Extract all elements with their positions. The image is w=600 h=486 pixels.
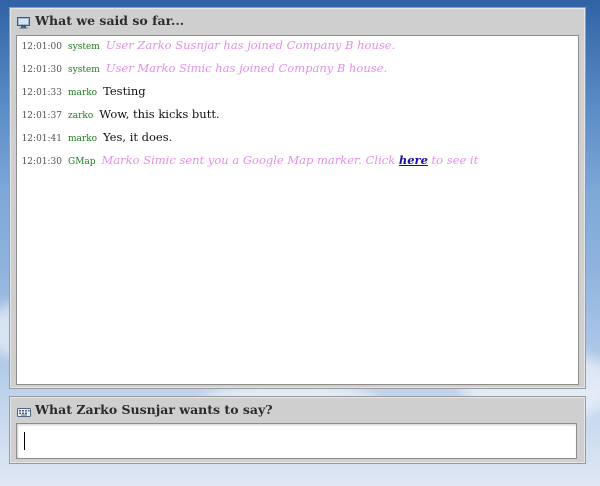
message-input-panel: What Zarko Susnjar wants to say? (9, 396, 586, 464)
chat-panel-header: What we said so far... (10, 8, 585, 32)
message-timestamp: 12:01:41 (21, 134, 62, 144)
map-marker-link[interactable]: here (399, 153, 428, 167)
text-caret (24, 432, 25, 450)
message-timestamp: 12:01:30 (21, 65, 62, 75)
keyboard-icon (17, 403, 31, 417)
message-username: marko (68, 134, 98, 144)
message-text: Marko Simic sent you a Google Map marker… (102, 153, 479, 167)
chat-panel-title: What we said so far... (35, 12, 185, 28)
message-timestamp: 12:01:33 (21, 88, 62, 98)
message-row: 12:01:37 zarko Wow, this kicks butt. (17, 107, 220, 121)
message-text: Testing (103, 84, 146, 98)
message-timestamp: 12:01:00 (21, 42, 62, 52)
message-timestamp: 12:01:37 (21, 111, 62, 121)
message-text: Yes, it does. (103, 130, 173, 144)
message-row: 12:01:30 system User Marko Simic has joi… (17, 61, 388, 75)
message-log[interactable]: 12:01:00 system User Zarko Susnjar has j… (16, 35, 579, 385)
message-text: Wow, this kicks butt. (99, 107, 220, 121)
message-text: User Marko Simic has joined Company B ho… (105, 61, 388, 75)
message-text: User Zarko Susnjar has joined Company B … (105, 38, 396, 52)
chat-history-panel: What we said so far... 12:01:00 system U… (9, 7, 586, 389)
message-username: marko (68, 88, 98, 98)
message-username: GMap (68, 157, 96, 167)
message-row: 12:01:41 marko Yes, it does. (17, 130, 173, 144)
message-row: 12:01:30 GMap Marko Simic sent you a Goo… (17, 153, 479, 167)
message-input[interactable] (16, 423, 577, 459)
monitor-icon (17, 14, 30, 29)
input-panel-title: What Zarko Susnjar wants to say? (35, 401, 273, 417)
message-text-before-link: Marko Simic sent you a Google Map marker… (101, 153, 399, 167)
message-username: system (68, 42, 100, 52)
message-timestamp: 12:01:30 (21, 157, 62, 167)
message-username: system (68, 65, 100, 75)
message-row: 12:01:00 system User Zarko Susnjar has j… (17, 38, 396, 52)
input-panel-header: What Zarko Susnjar wants to say? (10, 397, 585, 421)
message-text-after-link: to see it (427, 153, 479, 167)
message-row: 12:01:33 marko Testing (17, 84, 146, 98)
message-username: zarko (68, 111, 94, 121)
